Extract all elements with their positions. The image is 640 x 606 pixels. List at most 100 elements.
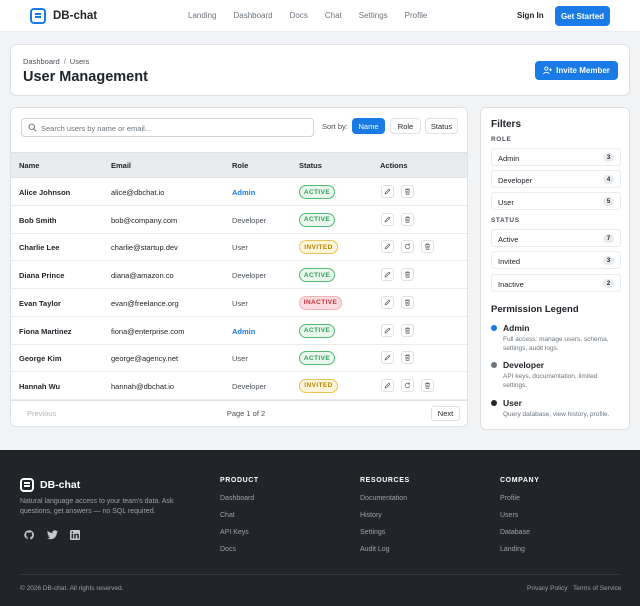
edit-button[interactable] bbox=[381, 378, 394, 392]
sort-name-button[interactable]: Name bbox=[352, 118, 385, 134]
legend-role-description: Query database, view history, profile. bbox=[503, 411, 610, 418]
footer-company-title: COMPANY bbox=[500, 477, 540, 484]
edit-button[interactable] bbox=[381, 323, 394, 337]
breadcrumb-dashboard[interactable]: Dashboard bbox=[23, 57, 60, 66]
nav-link-docs[interactable]: Docs bbox=[290, 11, 308, 20]
user-email: hannah@dbchat.io bbox=[111, 381, 175, 391]
search-placeholder: Search users by name or email... bbox=[41, 124, 152, 133]
invite-member-label: Invite Member bbox=[556, 66, 610, 75]
user-email: charlie@startup.dev bbox=[111, 243, 178, 253]
status-badge: ACTIVE bbox=[299, 351, 335, 366]
legend-role-description: Full access: manage users, schema, setti… bbox=[503, 336, 609, 352]
filter-role-user[interactable]: User 5 bbox=[491, 192, 621, 210]
table-row: Bob Smith bob@company.com Developer ACTIVE bbox=[11, 206, 467, 234]
delete-button[interactable] bbox=[421, 378, 434, 392]
trash-icon bbox=[425, 244, 430, 250]
edit-icon bbox=[384, 188, 391, 195]
trash-icon bbox=[405, 188, 410, 195]
filter-status-invited[interactable]: Invited 3 bbox=[491, 251, 621, 269]
footer-link-settings[interactable]: Settings bbox=[360, 529, 385, 536]
delete-button[interactable] bbox=[401, 185, 414, 198]
sign-in-link[interactable]: Sign In bbox=[517, 11, 544, 20]
col-actions: Actions bbox=[380, 161, 408, 170]
nav-link-chat[interactable]: Chat bbox=[325, 11, 342, 20]
footer-link-documentation[interactable]: Documentation bbox=[360, 495, 407, 502]
get-started-button[interactable]: Get Started bbox=[555, 6, 610, 26]
count-badge: 2 bbox=[603, 279, 614, 288]
footer-link-audit-log[interactable]: Audit Log bbox=[360, 546, 390, 553]
trash-icon bbox=[405, 327, 410, 334]
resend-invite-button[interactable] bbox=[401, 378, 414, 392]
top-nav: DB-chat Landing Dashboard Docs Chat Sett… bbox=[0, 0, 640, 32]
footer-link-users[interactable]: Users bbox=[500, 512, 518, 519]
delete-button[interactable] bbox=[401, 212, 414, 226]
nav-link-settings[interactable]: Settings bbox=[359, 11, 388, 20]
footer-link-api-keys[interactable]: API Keys bbox=[220, 529, 249, 536]
github-icon[interactable] bbox=[24, 530, 34, 540]
user-email: bob@company.com bbox=[111, 215, 178, 225]
edit-button[interactable] bbox=[381, 351, 394, 365]
delete-button[interactable] bbox=[401, 323, 414, 337]
user-email: alice@dbchat.io bbox=[111, 188, 165, 197]
edit-button[interactable] bbox=[381, 185, 394, 198]
sort-status-button[interactable]: Status bbox=[425, 118, 458, 134]
delete-button[interactable] bbox=[401, 351, 414, 365]
sort-role-button[interactable]: Role bbox=[390, 118, 421, 134]
invite-member-button[interactable]: Invite Member bbox=[535, 61, 618, 80]
linkedin-icon[interactable] bbox=[70, 530, 80, 540]
twitter-icon[interactable] bbox=[47, 530, 58, 540]
col-role: Role bbox=[232, 161, 249, 170]
user-email: evan@freelance.org bbox=[111, 298, 179, 308]
db-chat-logo-icon bbox=[20, 478, 34, 492]
footer-link-landing[interactable]: Landing bbox=[500, 546, 525, 553]
table-header: Name Email Role Status Actions bbox=[11, 152, 467, 178]
filter-role-developer[interactable]: Developer 4 bbox=[491, 170, 621, 188]
delete-button[interactable] bbox=[401, 268, 414, 282]
user-name: Diana Prince bbox=[19, 271, 65, 281]
nav-link-dashboard[interactable]: Dashboard bbox=[233, 11, 272, 20]
footer-link-chat[interactable]: Chat bbox=[220, 512, 235, 519]
footer-link-dashboard[interactable]: Dashboard bbox=[220, 495, 254, 502]
col-name: Name bbox=[19, 161, 40, 170]
filter-status-active[interactable]: Active 7 bbox=[491, 229, 621, 247]
nav-link-profile[interactable]: Profile bbox=[405, 11, 428, 20]
brand[interactable]: DB-chat bbox=[30, 8, 97, 24]
privacy-policy-link[interactable]: Privacy Policy bbox=[527, 585, 567, 592]
filters-panel: Filters ROLE Admin 3 Developer 4 User 5 STA… bbox=[480, 107, 630, 430]
user-role: Developer bbox=[232, 381, 267, 391]
trash-icon bbox=[405, 354, 410, 361]
search-input[interactable]: Search users by name or email... bbox=[21, 118, 314, 137]
delete-button[interactable] bbox=[421, 240, 434, 254]
user-role: Developer bbox=[232, 215, 267, 225]
footer-link-history[interactable]: History bbox=[360, 512, 382, 519]
breadcrumb-users: Users bbox=[69, 57, 90, 66]
delete-button[interactable] bbox=[401, 295, 414, 309]
nav-link-landing[interactable]: Landing bbox=[188, 11, 216, 20]
edit-button[interactable] bbox=[381, 240, 394, 254]
filter-status-inactive[interactable]: Inactive 2 bbox=[491, 274, 621, 292]
pagination: Previous Page 1 of 2 Next bbox=[11, 400, 467, 426]
col-status: Status bbox=[299, 161, 322, 170]
users-panel: Search users by name or email... Sort by… bbox=[10, 107, 468, 427]
legend-dot bbox=[491, 325, 497, 331]
filter-role-admin[interactable]: Admin 3 bbox=[491, 148, 621, 166]
edit-icon bbox=[384, 271, 391, 278]
footer-brand[interactable]: DB-chat bbox=[20, 478, 80, 492]
edit-button[interactable] bbox=[381, 295, 394, 309]
edit-button[interactable] bbox=[381, 212, 394, 226]
table-row: Alice Johnson alice@dbchat.io Admin ACTIVE bbox=[11, 178, 467, 206]
count-badge: 4 bbox=[603, 175, 614, 184]
edit-icon bbox=[384, 354, 391, 361]
table-row: Hannah Wu hannah@dbchat.io Developer INVITE… bbox=[11, 372, 467, 400]
edit-button[interactable] bbox=[381, 268, 394, 282]
resend-invite-button[interactable] bbox=[401, 240, 414, 254]
status-badge: ACTIVE bbox=[299, 212, 335, 227]
footer-link-docs[interactable]: Docs bbox=[220, 546, 236, 553]
footer-link-database[interactable]: Database bbox=[500, 529, 530, 536]
next-button[interactable]: Next bbox=[431, 406, 460, 421]
role-heading: ROLE bbox=[491, 136, 512, 143]
count-badge: 3 bbox=[603, 153, 614, 162]
legend-role-name: User bbox=[503, 398, 522, 408]
terms-of-service-link[interactable]: Terms of Service bbox=[573, 585, 621, 592]
footer-link-profile[interactable]: Profile bbox=[500, 495, 520, 502]
